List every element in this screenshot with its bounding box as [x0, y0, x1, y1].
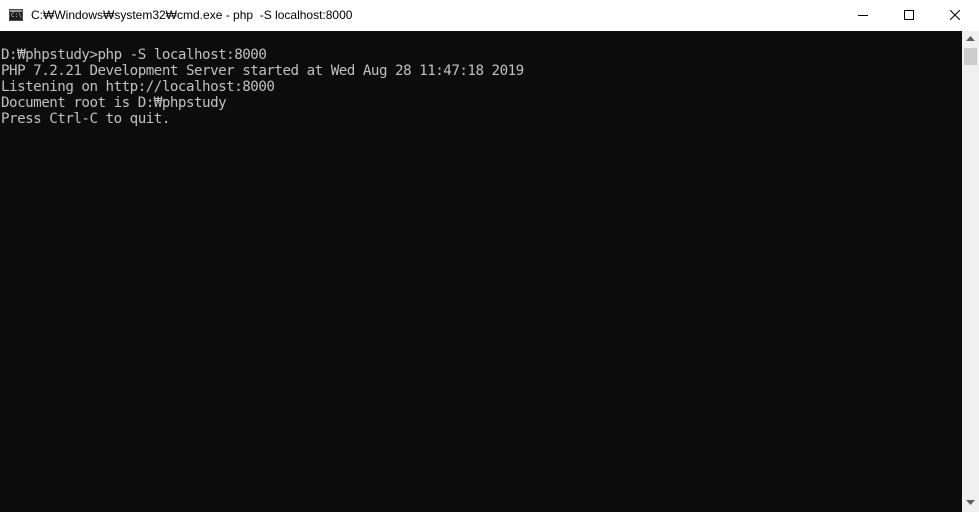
console-line-quit-hint: Press Ctrl-C to quit. — [1, 111, 170, 127]
console-line-listening: Listening on http://localhost:8000 — [1, 79, 275, 95]
chevron-down-icon — [966, 500, 975, 505]
chevron-up-icon — [966, 36, 975, 41]
cmd-icon[interactable]: C:\ — [9, 9, 23, 21]
minimize-icon — [858, 15, 868, 16]
vertical-scrollbar[interactable] — [962, 31, 979, 512]
maximize-button[interactable] — [886, 0, 932, 31]
scrollbar-thumb[interactable] — [964, 48, 977, 65]
close-button[interactable] — [932, 0, 978, 31]
window-title: C:₩Windows₩system32₩cmd.exe - php -S loc… — [31, 8, 353, 22]
console-output[interactable]: D:₩phpstudy>php -S localhost:8000 PHP 7.… — [0, 31, 962, 512]
scroll-up-button[interactable] — [962, 31, 979, 48]
title-bar[interactable]: C:\ C:₩Windows₩system32₩cmd.exe - php -S… — [0, 0, 979, 31]
close-icon — [950, 10, 960, 20]
cmd-window: C:\ C:₩Windows₩system32₩cmd.exe - php -S… — [0, 0, 979, 512]
console-line-prompt: D:₩phpstudy>php -S localhost:8000 — [1, 47, 267, 63]
console-line-document-root: Document root is D:₩phpstudy — [1, 95, 227, 111]
scroll-down-button[interactable] — [962, 495, 979, 512]
console-line-server-started: PHP 7.2.21 Development Server started at… — [1, 63, 524, 79]
minimize-button[interactable] — [840, 0, 886, 31]
cmd-icon-glyph: C:\ — [11, 12, 22, 19]
maximize-icon — [904, 10, 914, 20]
